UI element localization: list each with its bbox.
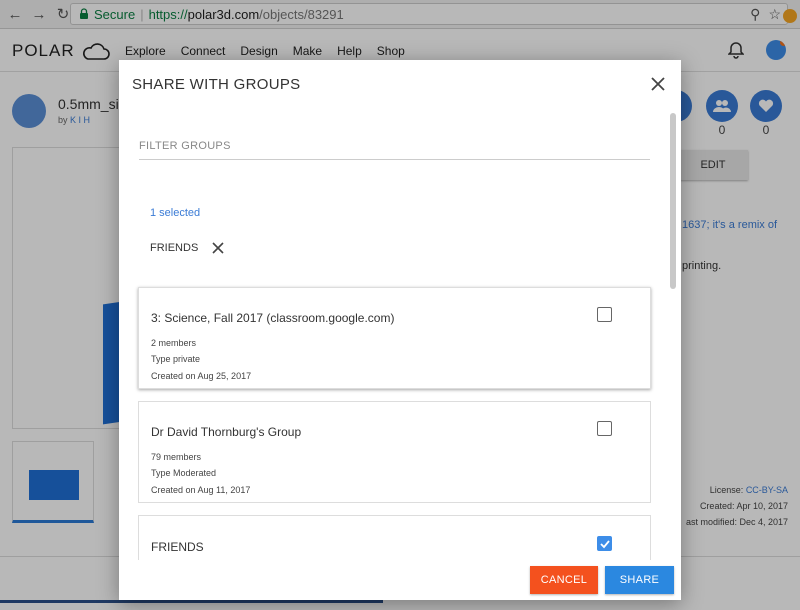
group-card[interactable]: 3: Science, Fall 2017 (classroom.google.… bbox=[138, 287, 651, 389]
group-name: Dr David Thornburg's Group bbox=[151, 425, 302, 439]
close-icon[interactable] bbox=[650, 76, 666, 92]
dialog-scrollbar[interactable] bbox=[669, 110, 677, 560]
dialog-title: SHARE WITH GROUPS bbox=[132, 76, 301, 93]
selected-chip: FRIENDS bbox=[150, 242, 224, 254]
dialog-footer: CANCEL SHARE bbox=[119, 560, 681, 600]
group-members: 79 members bbox=[151, 452, 202, 462]
cancel-button[interactable]: CANCEL bbox=[530, 566, 598, 594]
checkmark-icon bbox=[599, 539, 610, 548]
group-name: FRIENDS bbox=[151, 540, 204, 554]
group-card[interactable]: Dr David Thornburg's Group 79 members Ty… bbox=[138, 401, 651, 503]
share-groups-dialog: SHARE WITH GROUPS 1 selected FRIENDS 3: … bbox=[119, 60, 681, 600]
group-checkbox[interactable] bbox=[597, 307, 612, 322]
selected-count: 1 selected bbox=[150, 207, 201, 219]
chip-label: FRIENDS bbox=[150, 242, 199, 254]
group-checkbox[interactable] bbox=[597, 421, 612, 436]
remove-chip-icon[interactable] bbox=[212, 242, 224, 254]
group-created: Created on Aug 25, 2017 bbox=[151, 371, 252, 381]
scroll-thumb[interactable] bbox=[670, 113, 676, 289]
group-card[interactable]: FRIENDS bbox=[138, 515, 651, 560]
group-checkbox-checked[interactable] bbox=[597, 536, 612, 551]
share-button[interactable]: SHARE bbox=[605, 566, 674, 594]
group-members: 2 members bbox=[151, 338, 197, 348]
group-created: Created on Aug 11, 2017 bbox=[151, 485, 251, 495]
group-type: Type private bbox=[151, 354, 201, 364]
group-type: Type Moderated bbox=[151, 468, 217, 478]
filter-groups-input[interactable] bbox=[139, 132, 650, 160]
dialog-body: 1 selected FRIENDS 3: Science, Fall 2017… bbox=[119, 110, 667, 560]
group-name: 3: Science, Fall 2017 (classroom.google.… bbox=[151, 311, 395, 325]
